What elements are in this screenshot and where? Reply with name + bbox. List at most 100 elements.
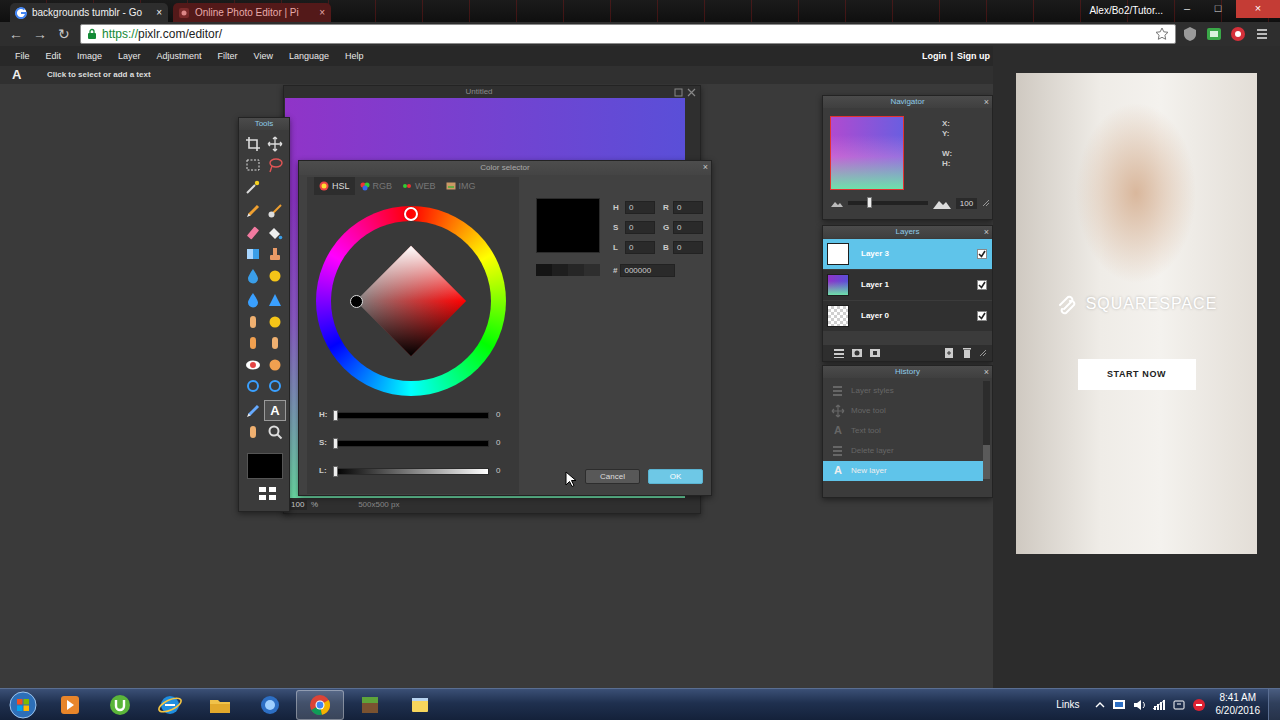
layer-visibility-checkbox[interactable]	[977, 249, 987, 259]
close-window-button[interactable]: ×	[1236, 0, 1280, 18]
tool-button[interactable]	[242, 222, 264, 243]
layer-mask-icon[interactable]	[851, 347, 863, 359]
tool-button[interactable]	[264, 422, 286, 443]
browser-tab[interactable]: Online Photo Editor | Pi×	[173, 3, 331, 22]
taskbar-app[interactable]	[96, 690, 144, 720]
taskbar-app[interactable]	[296, 690, 344, 720]
menu-item[interactable]: Language	[281, 51, 337, 62]
close-button[interactable]: ×	[984, 366, 989, 378]
tool-button[interactable]	[264, 265, 286, 286]
taskbar-app[interactable]	[196, 690, 244, 720]
tool-button[interactable]	[242, 201, 264, 222]
tool-button[interactable]	[264, 290, 286, 311]
color-point-handle[interactable]	[350, 295, 363, 308]
zoom-field[interactable]: 100	[289, 500, 307, 510]
tool-button[interactable]	[242, 155, 264, 176]
green-extension-icon[interactable]	[1206, 26, 1222, 42]
zoom-slider[interactable]	[848, 201, 928, 205]
menu-item[interactable]: Edit	[38, 51, 70, 62]
show-desktop-button[interactable]	[1268, 689, 1280, 720]
tool-button[interactable]	[264, 133, 286, 154]
alert-icon[interactable]	[1192, 698, 1206, 712]
layer-settings-icon[interactable]	[833, 347, 845, 359]
tool-button[interactable]	[242, 422, 264, 443]
tool-button[interactable]	[264, 244, 286, 265]
browser-tab[interactable]: backgrounds tumblr - Go×	[10, 3, 168, 22]
tool-button[interactable]	[242, 244, 264, 265]
mode-tab[interactable]: WEB	[397, 177, 441, 195]
value-field[interactable]: 0	[625, 201, 655, 214]
tab-close-button[interactable]: ×	[318, 7, 326, 19]
tool-button[interactable]: A	[264, 400, 286, 421]
menu-item[interactable]: File	[7, 51, 38, 62]
taskbar-app[interactable]	[396, 690, 444, 720]
slider-handle[interactable]	[333, 438, 338, 449]
reload-button[interactable]: ↻	[52, 27, 76, 41]
layer-style-icon[interactable]	[869, 347, 881, 359]
mode-tab[interactable]: IMG	[441, 177, 481, 195]
hue-wheel[interactable]	[316, 206, 506, 396]
tool-button[interactable]	[264, 222, 286, 243]
taskbar-app[interactable]	[246, 690, 294, 720]
maximize-button[interactable]: □	[1205, 0, 1231, 18]
history-item[interactable]: Layer styles	[823, 381, 983, 401]
menu-item[interactable]: View	[246, 51, 281, 62]
zoom-out-icon[interactable]	[831, 199, 843, 208]
close-icon[interactable]	[687, 88, 696, 97]
links-toolbar[interactable]: Links	[1056, 699, 1079, 711]
layer-name[interactable]: Layer 0	[861, 311, 889, 321]
volume-icon[interactable]	[1132, 698, 1146, 712]
hue-handle[interactable]	[404, 207, 418, 221]
tool-button[interactable]	[264, 333, 286, 354]
recent-colors[interactable]	[536, 264, 600, 276]
mode-tab[interactable]: RGB	[355, 177, 398, 195]
history-item[interactable]: AText tool	[823, 421, 983, 441]
close-button[interactable]: ×	[703, 161, 708, 173]
clock[interactable]: 8:41 AM6/20/2016	[1216, 692, 1261, 717]
layer-row[interactable]: Layer 1	[823, 270, 992, 300]
tool-button[interactable]	[264, 354, 286, 375]
close-button[interactable]: ×	[984, 226, 989, 238]
menu-item[interactable]: Layer	[110, 51, 149, 62]
ad-start-button[interactable]: START NOW	[1078, 359, 1196, 390]
layer-row[interactable]: Layer 3	[823, 239, 992, 269]
slider-track[interactable]	[334, 468, 489, 475]
tool-button[interactable]	[242, 354, 264, 375]
layer-row[interactable]: Layer 0	[823, 301, 992, 331]
history-item[interactable]: Delete layer	[823, 441, 983, 461]
tool-button[interactable]	[242, 265, 264, 286]
new-layer-icon[interactable]	[943, 347, 955, 359]
slider-track[interactable]	[334, 412, 489, 419]
layer-name[interactable]: Layer 3	[861, 249, 889, 259]
slider-handle[interactable]	[333, 466, 338, 477]
layer-visibility-checkbox[interactable]	[977, 311, 987, 321]
ok-button[interactable]: OK	[648, 469, 703, 484]
zoom-field[interactable]: 100	[956, 198, 977, 209]
close-button[interactable]: ×	[984, 96, 989, 108]
maximize-icon[interactable]	[674, 88, 683, 97]
network-icon[interactable]	[1152, 698, 1166, 712]
taskbar-app[interactable]	[146, 690, 194, 720]
menu-item[interactable]: Image	[69, 51, 110, 62]
value-field[interactable]: 0	[673, 241, 703, 254]
login-link[interactable]: Login	[922, 51, 947, 62]
tool-button[interactable]	[242, 311, 264, 332]
action-center-icon[interactable]	[1172, 698, 1186, 712]
value-field[interactable]: 0	[625, 221, 655, 234]
tool-button[interactable]	[264, 155, 286, 176]
value-field[interactable]: 0	[673, 221, 703, 234]
hex-field[interactable]: 000000	[620, 264, 675, 277]
taskbar-app[interactable]	[346, 690, 394, 720]
cancel-button[interactable]: Cancel	[585, 469, 640, 484]
menu-item[interactable]: Filter	[210, 51, 246, 62]
menu-icon[interactable]	[1254, 26, 1270, 42]
value-field[interactable]: 0	[673, 201, 703, 214]
slider-track[interactable]	[334, 440, 489, 447]
grid-view-icon[interactable]	[247, 486, 289, 501]
tool-button[interactable]	[242, 290, 264, 311]
foreground-color-swatch[interactable]	[247, 453, 283, 479]
zoom-slider-handle[interactable]	[867, 197, 872, 208]
back-button[interactable]: ←	[4, 27, 28, 41]
taskbar-app[interactable]	[46, 690, 94, 720]
profile-name[interactable]: Alex/Bo2/Tutor...	[1089, 5, 1163, 17]
